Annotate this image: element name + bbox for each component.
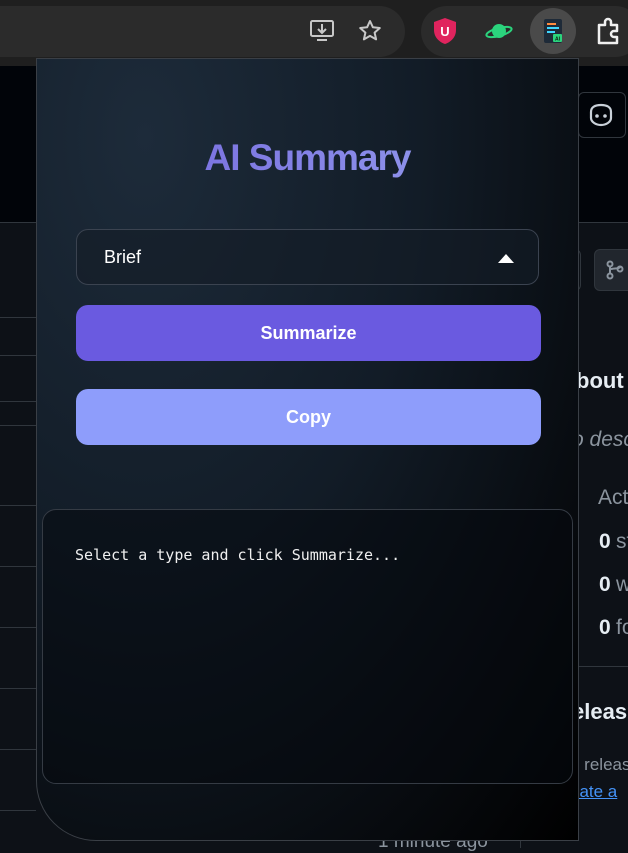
list-divider (0, 425, 36, 426)
list-divider (0, 810, 36, 811)
address-bar[interactable] (0, 6, 405, 57)
planet-extension-icon[interactable] (484, 16, 514, 46)
summary-type-select[interactable]: Brief (76, 229, 539, 285)
summary-type-value: Brief (104, 247, 142, 267)
about-heading: bout (576, 368, 624, 393)
page-left-list (0, 223, 36, 848)
list-divider (0, 505, 36, 506)
summary-output-placeholder: Select a type and click Summarize... (75, 546, 401, 564)
watching-label[interactable]: w (616, 573, 628, 597)
ai-summary-popup: AI Summary Brief Summarize Copy Select a… (36, 58, 579, 841)
list-divider (0, 688, 36, 689)
list-divider (0, 355, 36, 356)
about-description: o desc (572, 428, 628, 451)
fork-button[interactable] (594, 249, 628, 291)
caret-up-icon (498, 254, 514, 263)
page-right-sidebar: bout o desc · Act 0 st 0 w 0 fo eleas o … (520, 66, 628, 848)
stars-label[interactable]: st (616, 530, 628, 554)
extensions-puzzle-icon[interactable] (593, 16, 623, 46)
ublock-letter: U (440, 24, 449, 39)
list-divider (0, 566, 36, 567)
forks-label[interactable]: fo (616, 616, 628, 640)
watching-count: 0 (599, 573, 611, 596)
list-divider (0, 401, 36, 402)
summarize-button[interactable]: Summarize (76, 305, 541, 361)
list-divider (0, 317, 36, 318)
summarize-label: Summarize (260, 322, 357, 343)
activity-link[interactable]: Act (598, 486, 628, 510)
ublock-shield-icon[interactable]: U (430, 16, 460, 46)
stars-count: 0 (599, 530, 611, 553)
copy-button[interactable]: Copy (76, 389, 541, 445)
forks-count: 0 (599, 616, 611, 639)
browser-toolbar: U AI (0, 0, 628, 66)
summary-output[interactable]: Select a type and click Summarize... (42, 509, 573, 784)
list-divider (0, 749, 36, 750)
bookmark-star-icon[interactable] (355, 16, 385, 46)
list-divider (0, 627, 36, 628)
releases-heading: eleas (572, 699, 628, 724)
copy-label: Copy (286, 406, 331, 427)
fork-icon (606, 260, 624, 280)
ai-summary-extension-icon[interactable]: AI (538, 16, 568, 46)
ai-ext-badge: AI (555, 37, 561, 43)
popup-title: AI Summary (37, 137, 578, 179)
install-app-icon[interactable] (307, 16, 337, 46)
